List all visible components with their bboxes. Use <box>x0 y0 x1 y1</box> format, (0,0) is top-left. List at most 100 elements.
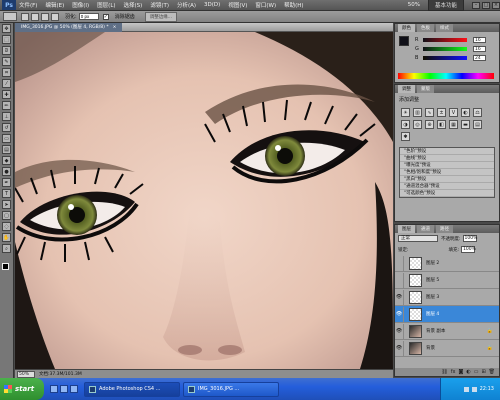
preset-item[interactable]: "色阶"预设 <box>400 148 494 155</box>
visibility-toggle-icon[interactable] <box>395 272 404 288</box>
gradient-map-icon[interactable]: ▤ <box>473 120 482 129</box>
new-selection-icon[interactable] <box>21 12 29 21</box>
healing-tool-icon[interactable]: ✚ <box>2 90 11 99</box>
document-tab[interactable]: IMG_3016.JPG @ 50% (图层 4, RGB/8) * × <box>15 22 123 32</box>
preset-item[interactable]: "曲线"预设 <box>400 155 494 162</box>
menu-image[interactable]: 图像(I) <box>72 1 89 9</box>
layer-row-selected[interactable]: 👁 图层 4 <box>395 306 499 323</box>
menu-view[interactable]: 视图(V) <box>228 1 247 9</box>
blur-tool-icon[interactable]: ◆ <box>2 156 11 165</box>
shape-tool-icon[interactable]: ▢ <box>2 211 11 220</box>
foreground-color-swatch[interactable] <box>2 263 9 270</box>
tab-layers[interactable]: 图层 <box>398 225 415 233</box>
intersect-selection-icon[interactable] <box>51 12 59 21</box>
mixer-icon[interactable]: ⊕ <box>425 120 434 129</box>
color-spectrum[interactable] <box>398 73 494 79</box>
red-slider[interactable] <box>423 37 467 42</box>
taskbar-button-photoshop[interactable]: Adobe Photoshop CS4 ... <box>84 381 180 397</box>
preset-item[interactable]: "曝光度"预设 <box>400 162 494 169</box>
lasso-tool-icon[interactable]: ᘐ <box>2 46 11 55</box>
pen-tool-icon[interactable]: ✒ <box>2 178 11 187</box>
zoom-tool-icon[interactable]: ⌕ <box>2 244 11 253</box>
visibility-toggle-icon[interactable]: 👁 <box>395 340 404 356</box>
preset-item[interactable]: "黑白"预设 <box>400 176 494 183</box>
invert-icon[interactable]: ◧ <box>437 120 446 129</box>
subtract-selection-icon[interactable] <box>41 12 49 21</box>
marquee-tool-icon[interactable]: ⬚ <box>2 35 11 44</box>
trash-icon[interactable]: 🗑 <box>489 369 495 375</box>
layer-row[interactable]: 图层 5 <box>395 272 499 289</box>
image-canvas[interactable] <box>15 32 393 369</box>
levels-icon[interactable]: ▥ <box>413 108 422 117</box>
close-icon[interactable]: × <box>492 1 500 9</box>
browser-icon[interactable] <box>60 385 68 393</box>
visibility-toggle-icon[interactable]: 👁 <box>395 289 404 305</box>
network-icon[interactable] <box>463 386 469 392</box>
selective-color-icon[interactable]: ✱ <box>401 132 410 141</box>
start-button[interactable]: start <box>0 378 44 400</box>
move-tool-icon[interactable]: ✥ <box>2 24 11 33</box>
visibility-toggle-icon[interactable] <box>395 255 404 271</box>
antialias-checkbox[interactable]: ✓ <box>102 13 109 20</box>
exposure-icon[interactable]: ± <box>437 108 446 117</box>
new-group-icon[interactable]: ▭ <box>474 369 479 375</box>
tab-color[interactable]: 颜色 <box>398 24 415 32</box>
status-zoom-field[interactable]: 50% <box>17 370 35 378</box>
balance-icon[interactable]: ⚖ <box>473 108 482 117</box>
tab-close-icon[interactable]: × <box>113 25 117 30</box>
opacity-input[interactable]: 100% <box>462 235 477 242</box>
blend-mode-select[interactable]: 正常 <box>398 235 438 242</box>
menu-help[interactable]: 帮助(H) <box>284 1 303 9</box>
3d-rotate-tool-icon[interactable]: ◌ <box>2 222 11 231</box>
eyedropper-tool-icon[interactable]: ⁄ <box>2 79 11 88</box>
tab-styles[interactable]: 样式 <box>436 24 453 32</box>
layer-row[interactable]: 👁 图层 3 <box>395 289 499 306</box>
blue-slider[interactable] <box>423 55 467 60</box>
eraser-tool-icon[interactable]: ▭ <box>2 134 11 143</box>
history-brush-tool-icon[interactable]: ↺ <box>2 123 11 132</box>
clone-stamp-tool-icon[interactable]: ⊥ <box>2 112 11 121</box>
green-slider[interactable] <box>423 46 467 51</box>
volume-icon[interactable] <box>471 386 477 392</box>
visibility-toggle-icon[interactable]: 👁 <box>395 323 404 339</box>
menu-edit[interactable]: 编辑(E) <box>45 1 64 9</box>
threshold-icon[interactable]: ▬ <box>461 120 470 129</box>
brightness-icon[interactable]: ☀ <box>401 108 410 117</box>
menu-layer[interactable]: 图层(L) <box>97 1 115 9</box>
bw-icon[interactable]: ◑ <box>401 120 410 129</box>
adjustment-layer-icon[interactable]: ◐ <box>466 369 470 375</box>
preset-item[interactable]: "可选颜色"预设 <box>400 190 494 197</box>
blue-value[interactable]: 24 <box>473 54 486 61</box>
hue-icon[interactable]: ◐ <box>461 108 470 117</box>
tab-masks[interactable]: 蒙版 <box>417 85 434 93</box>
quick-select-tool-icon[interactable]: ✎ <box>2 57 11 66</box>
red-value[interactable]: 16 <box>473 36 486 43</box>
minimize-icon[interactable]: – <box>472 1 480 9</box>
link-layers-icon[interactable]: ⛓ <box>441 369 447 375</box>
preset-item[interactable]: "通道混合器"预设 <box>400 183 494 190</box>
maximize-icon[interactable]: □ <box>482 1 490 9</box>
vibrance-icon[interactable]: V <box>449 108 458 117</box>
layer-row[interactable]: 👁 背景 副本 🔒 <box>395 323 499 340</box>
visibility-toggle-icon[interactable]: 👁 <box>395 306 404 322</box>
type-tool-icon[interactable]: T <box>2 189 11 198</box>
menu-file[interactable]: 文件(F) <box>19 1 37 9</box>
clock[interactable]: 22:13 <box>480 386 494 392</box>
layer-row[interactable]: 图层 2 <box>395 255 499 272</box>
tab-channels[interactable]: 通道 <box>417 225 434 233</box>
green-value[interactable]: 16 <box>473 45 486 52</box>
tool-preset-picker[interactable] <box>3 12 17 21</box>
show-desktop-icon[interactable] <box>50 385 58 393</box>
path-select-tool-icon[interactable]: ➤ <box>2 200 11 209</box>
hand-tool-icon[interactable]: ✋ <box>2 233 11 242</box>
taskbar-button-image[interactable]: IMG_3016.JPG ... <box>183 381 279 397</box>
add-selection-icon[interactable] <box>31 12 39 21</box>
curves-icon[interactable]: ∿ <box>425 108 434 117</box>
tab-swatches[interactable]: 色板 <box>417 24 434 32</box>
layer-style-icon[interactable]: fx <box>451 369 456 375</box>
gradient-tool-icon[interactable]: ▤ <box>2 145 11 154</box>
zoom-level[interactable]: 50% <box>408 2 420 8</box>
menu-select[interactable]: 选择(S) <box>124 1 143 9</box>
new-layer-icon[interactable]: ⊞ <box>481 369 485 375</box>
brush-tool-icon[interactable]: ✏ <box>2 101 11 110</box>
